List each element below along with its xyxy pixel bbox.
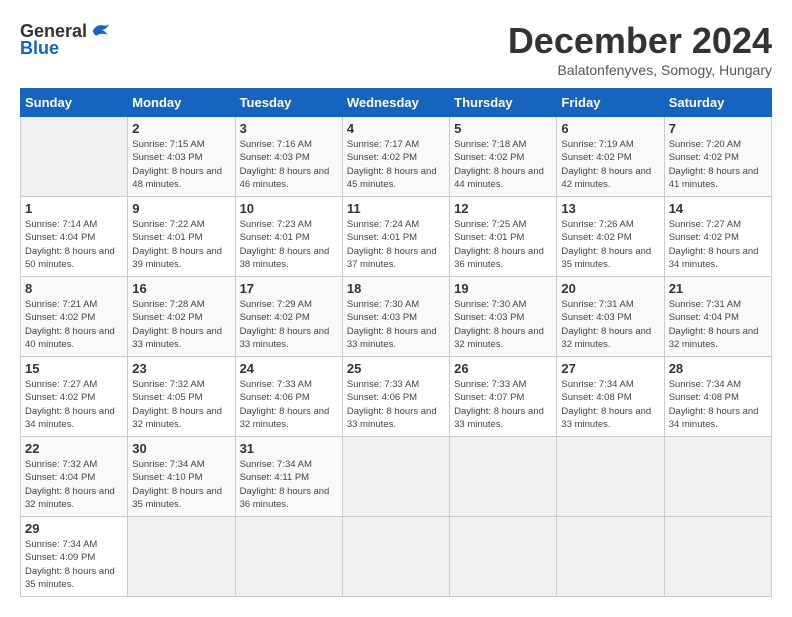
table-row: 20 Sunrise: 7:31 AMSunset: 4:03 PMDaylig… — [557, 277, 664, 357]
col-sunday: Sunday — [21, 89, 128, 117]
table-row: 26 Sunrise: 7:33 AMSunset: 4:07 PMDaylig… — [450, 357, 557, 437]
empty-cell — [128, 517, 235, 597]
calendar-table: Sunday Monday Tuesday Wednesday Thursday… — [20, 88, 772, 597]
table-row: 29 Sunrise: 7:34 AMSunset: 4:09 PMDaylig… — [21, 517, 128, 597]
table-row: 14 Sunrise: 7:27 AMSunset: 4:02 PMDaylig… — [664, 197, 771, 277]
table-row: 18 Sunrise: 7:30 AMSunset: 4:03 PMDaylig… — [342, 277, 449, 357]
empty-cell — [557, 437, 664, 517]
table-row: 3 Sunrise: 7:16 AMSunset: 4:03 PMDayligh… — [235, 117, 342, 197]
empty-cell — [664, 437, 771, 517]
title-area: December 2024 Balatonfenyves, Somogy, Hu… — [508, 20, 772, 78]
empty-cell — [235, 517, 342, 597]
table-row: 15 Sunrise: 7:27 AMSunset: 4:02 PMDaylig… — [21, 357, 128, 437]
table-row: 17 Sunrise: 7:29 AMSunset: 4:02 PMDaylig… — [235, 277, 342, 357]
calendar-row: 1 Sunrise: 7:14 AMSunset: 4:04 PMDayligh… — [21, 197, 772, 277]
table-row: 22 Sunrise: 7:32 AMSunset: 4:04 PMDaylig… — [21, 437, 128, 517]
calendar-row: 22 Sunrise: 7:32 AMSunset: 4:04 PMDaylig… — [21, 437, 772, 517]
table-row: 16 Sunrise: 7:28 AMSunset: 4:02 PMDaylig… — [128, 277, 235, 357]
calendar-row: 8 Sunrise: 7:21 AMSunset: 4:02 PMDayligh… — [21, 277, 772, 357]
table-row: 9 Sunrise: 7:22 AMSunset: 4:01 PMDayligh… — [128, 197, 235, 277]
table-row: 13 Sunrise: 7:26 AMSunset: 4:02 PMDaylig… — [557, 197, 664, 277]
logo: General Blue — [20, 20, 111, 59]
calendar-row: 2 Sunrise: 7:15 AMSunset: 4:03 PMDayligh… — [21, 117, 772, 197]
page-header: General Blue December 2024 Balatonfenyve… — [20, 20, 772, 78]
table-row: 24 Sunrise: 7:33 AMSunset: 4:06 PMDaylig… — [235, 357, 342, 437]
table-row: 1 Sunrise: 7:14 AMSunset: 4:04 PMDayligh… — [21, 197, 128, 277]
col-thursday: Thursday — [450, 89, 557, 117]
empty-cell — [21, 117, 128, 197]
table-row: 10 Sunrise: 7:23 AMSunset: 4:01 PMDaylig… — [235, 197, 342, 277]
empty-cell — [557, 517, 664, 597]
logo-blue-text: Blue — [20, 38, 59, 59]
table-row: 12 Sunrise: 7:25 AMSunset: 4:01 PMDaylig… — [450, 197, 557, 277]
calendar-row: 29 Sunrise: 7:34 AMSunset: 4:09 PMDaylig… — [21, 517, 772, 597]
calendar-row: 15 Sunrise: 7:27 AMSunset: 4:02 PMDaylig… — [21, 357, 772, 437]
empty-cell — [342, 517, 449, 597]
empty-cell — [342, 437, 449, 517]
empty-cell — [450, 437, 557, 517]
table-row: 27 Sunrise: 7:34 AMSunset: 4:08 PMDaylig… — [557, 357, 664, 437]
month-title: December 2024 — [508, 20, 772, 62]
col-friday: Friday — [557, 89, 664, 117]
table-row: 28 Sunrise: 7:34 AMSunset: 4:08 PMDaylig… — [664, 357, 771, 437]
table-row: 2 Sunrise: 7:15 AMSunset: 4:03 PMDayligh… — [128, 117, 235, 197]
table-row: 4 Sunrise: 7:17 AMSunset: 4:02 PMDayligh… — [342, 117, 449, 197]
table-row: 31 Sunrise: 7:34 AMSunset: 4:11 PMDaylig… — [235, 437, 342, 517]
empty-cell — [664, 517, 771, 597]
table-row: 11 Sunrise: 7:24 AMSunset: 4:01 PMDaylig… — [342, 197, 449, 277]
col-saturday: Saturday — [664, 89, 771, 117]
table-row: 23 Sunrise: 7:32 AMSunset: 4:05 PMDaylig… — [128, 357, 235, 437]
table-row: 5 Sunrise: 7:18 AMSunset: 4:02 PMDayligh… — [450, 117, 557, 197]
table-row: 8 Sunrise: 7:21 AMSunset: 4:02 PMDayligh… — [21, 277, 128, 357]
empty-cell — [450, 517, 557, 597]
table-row: 30 Sunrise: 7:34 AMSunset: 4:10 PMDaylig… — [128, 437, 235, 517]
table-row: 21 Sunrise: 7:31 AMSunset: 4:04 PMDaylig… — [664, 277, 771, 357]
location-subtitle: Balatonfenyves, Somogy, Hungary — [508, 62, 772, 78]
table-row: 19 Sunrise: 7:30 AMSunset: 4:03 PMDaylig… — [450, 277, 557, 357]
logo-bird-icon — [89, 20, 111, 42]
table-row: 7 Sunrise: 7:20 AMSunset: 4:02 PMDayligh… — [664, 117, 771, 197]
col-monday: Monday — [128, 89, 235, 117]
table-row: 6 Sunrise: 7:19 AMSunset: 4:02 PMDayligh… — [557, 117, 664, 197]
table-row: 25 Sunrise: 7:33 AMSunset: 4:06 PMDaylig… — [342, 357, 449, 437]
col-wednesday: Wednesday — [342, 89, 449, 117]
calendar-header-row: Sunday Monday Tuesday Wednesday Thursday… — [21, 89, 772, 117]
col-tuesday: Tuesday — [235, 89, 342, 117]
